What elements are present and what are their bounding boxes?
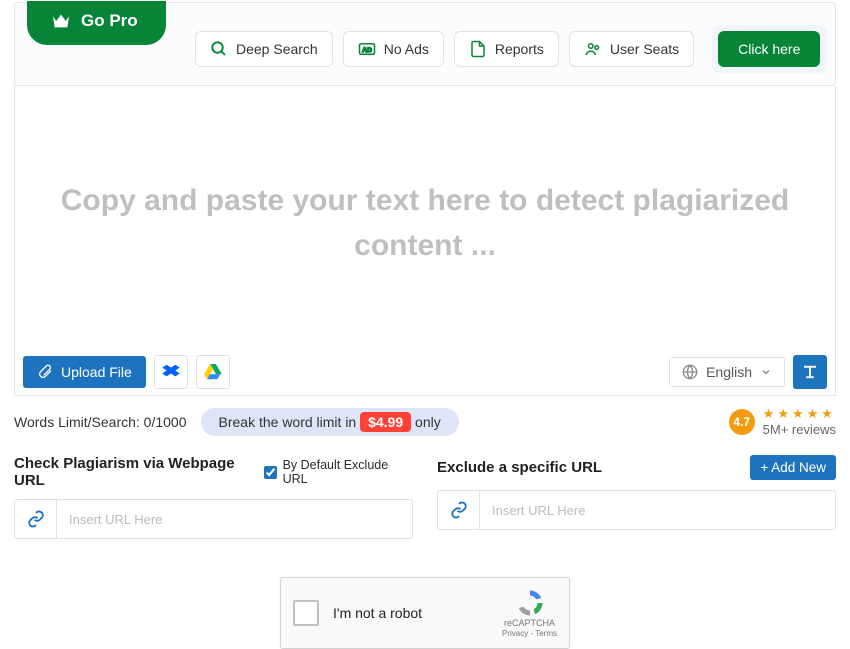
editor-box: Copy and paste your text here to detect …	[14, 86, 836, 396]
link-icon	[450, 501, 468, 519]
google-drive-button[interactable]	[196, 355, 230, 389]
check-url-input-wrap	[14, 499, 413, 539]
rating-block[interactable]: 4.7 ★★★★★ 5M+ reviews	[729, 406, 836, 437]
link-icon-box	[438, 491, 480, 529]
chevron-down-icon	[760, 366, 772, 378]
upload-file-button[interactable]: Upload File	[23, 356, 146, 388]
user-seats-feature[interactable]: User Seats	[569, 31, 694, 67]
checkbox-label: By Default Exclude URL	[283, 458, 413, 486]
feature-label: No Ads	[384, 41, 429, 57]
no-ads-feature[interactable]: AD No Ads	[343, 31, 444, 67]
click-here-button[interactable]: Click here	[718, 31, 820, 67]
reports-feature[interactable]: Reports	[454, 31, 559, 67]
exclude-url-col: Exclude a specific URL + Add New	[437, 455, 836, 539]
recaptcha-icon	[515, 588, 545, 618]
feature-label: Deep Search	[236, 41, 318, 57]
captcha-wrap: I'm not a robot reCAPTCHA Privacy - Term…	[0, 577, 850, 649]
words-limit-text: Words Limit/Search: 0/1000	[14, 414, 187, 430]
editor-toolbar: Upload File English	[15, 349, 835, 395]
exclude-checkbox[interactable]	[264, 466, 277, 479]
recaptcha-logo: reCAPTCHA Privacy - Terms	[502, 588, 557, 638]
recaptcha-checkbox[interactable]	[293, 600, 319, 626]
rating-badge: 4.7	[729, 409, 755, 435]
feature-label: User Seats	[610, 41, 679, 57]
language-label: English	[706, 364, 752, 380]
link-icon	[27, 510, 45, 528]
cta-wrap: Click here	[712, 25, 826, 73]
check-url-col: Check Plagiarism via Webpage URL By Defa…	[14, 455, 413, 539]
dropbox-button[interactable]	[154, 355, 188, 389]
crown-icon	[51, 13, 71, 29]
reviews-text: 5M+ reviews	[763, 422, 836, 437]
search-icon	[210, 40, 228, 58]
drive-icon	[204, 364, 222, 380]
go-pro-tab[interactable]: Go Pro	[27, 1, 166, 45]
reports-icon	[469, 40, 487, 58]
feature-group: Deep Search AD No Ads Reports User Seats…	[195, 25, 826, 73]
exclude-url-input-wrap	[437, 490, 836, 530]
dropbox-icon	[162, 364, 180, 380]
url-section: Check Plagiarism via Webpage URL By Defa…	[0, 447, 850, 551]
seats-icon	[584, 40, 602, 58]
exclude-url-input[interactable]	[480, 503, 835, 518]
go-pro-label: Go Pro	[81, 11, 138, 31]
no-ads-icon: AD	[358, 40, 376, 58]
stars-icon: ★★★★★	[763, 406, 836, 422]
recaptcha-box: I'm not a robot reCAPTCHA Privacy - Term…	[280, 577, 570, 649]
price-chip: $4.99	[360, 412, 411, 432]
language-selector[interactable]: English	[669, 357, 785, 387]
break-limit-pill[interactable]: Break the word limit in $4.99 only	[201, 408, 459, 436]
exclude-url-label: Exclude a specific URL	[437, 459, 602, 476]
format-button[interactable]	[793, 355, 827, 389]
feature-bar: Go Pro Deep Search AD No Ads Reports Use…	[14, 2, 836, 86]
info-row: Words Limit/Search: 0/1000 Break the wor…	[0, 396, 850, 447]
add-new-button[interactable]: + Add New	[750, 455, 836, 480]
globe-icon	[682, 364, 698, 380]
text-input[interactable]	[15, 86, 835, 349]
check-url-label: Check Plagiarism via Webpage URL	[14, 455, 264, 489]
svg-text:AD: AD	[362, 47, 372, 54]
link-icon-box	[15, 500, 57, 538]
feature-label: Reports	[495, 41, 544, 57]
attachment-icon	[37, 364, 53, 380]
check-url-input[interactable]	[57, 512, 412, 527]
text-format-icon	[801, 363, 819, 381]
upload-label: Upload File	[61, 364, 132, 380]
deep-search-feature[interactable]: Deep Search	[195, 31, 333, 67]
exclude-checkbox-wrap[interactable]: By Default Exclude URL	[264, 458, 413, 486]
recaptcha-label: I'm not a robot	[333, 605, 422, 621]
